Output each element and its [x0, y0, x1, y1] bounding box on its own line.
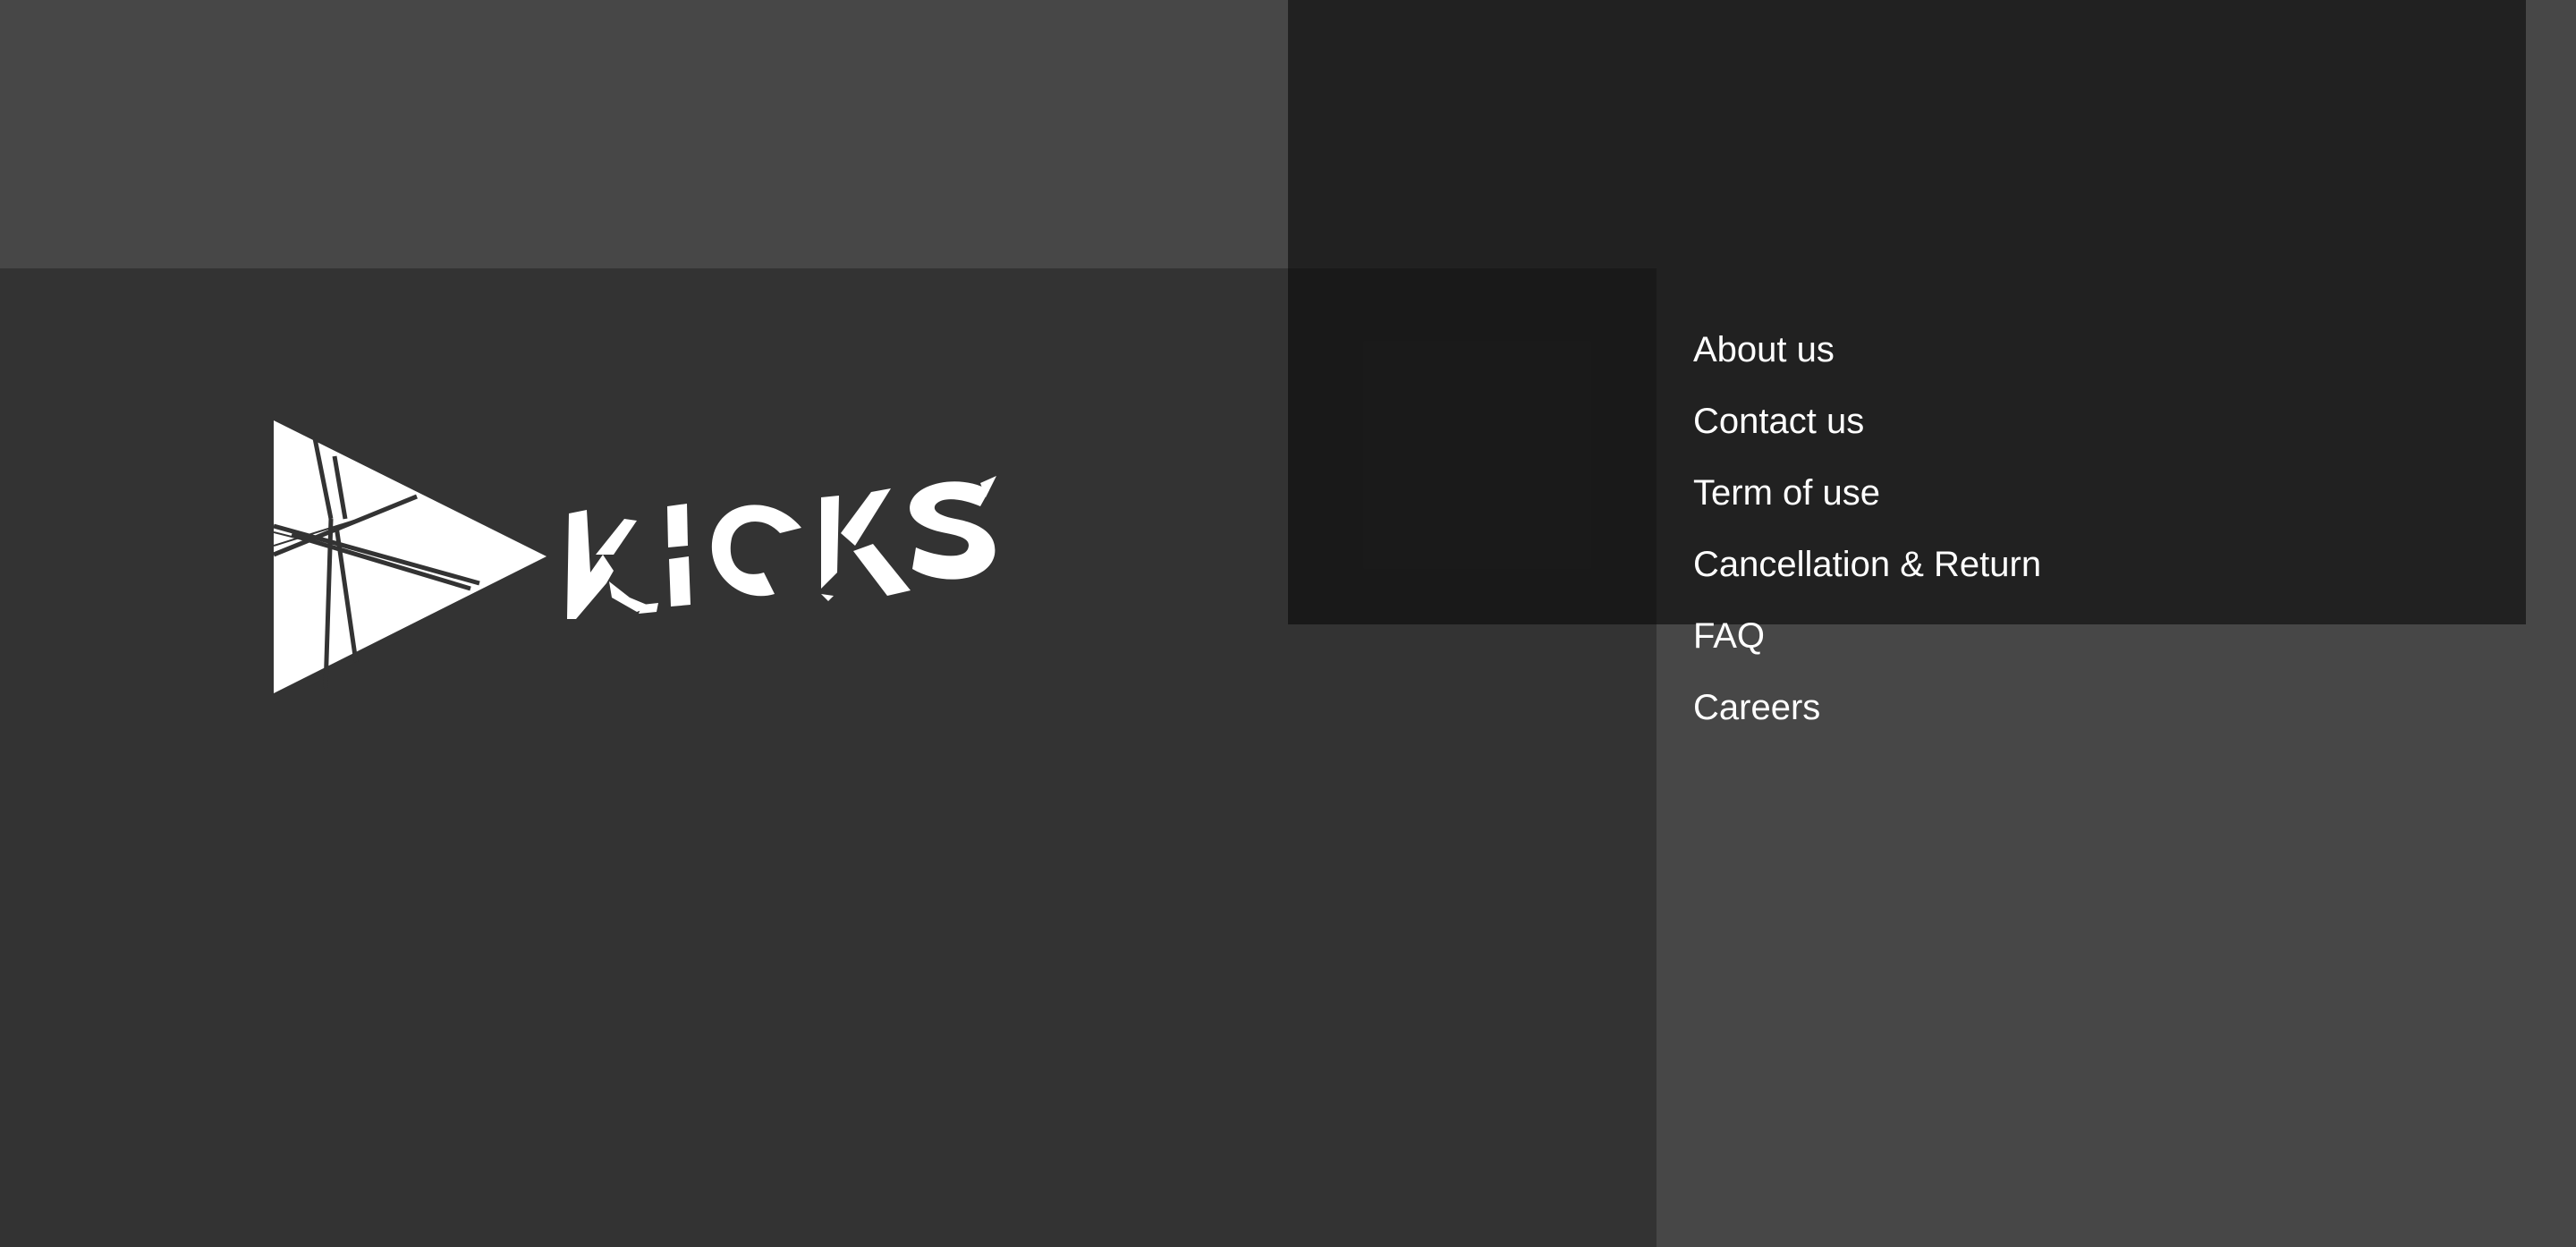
page: About us Contact us Term of use Cancella… [0, 0, 2576, 1247]
careers-link[interactable]: Careers [1693, 682, 1820, 734]
term-of-use-link[interactable]: Term of use [1693, 467, 1880, 519]
kicks-logo-graphic [274, 420, 996, 693]
cancellation-return-link[interactable]: Cancellation & Return [1693, 539, 2041, 590]
footer-nav-item: FAQ [1693, 610, 2041, 682]
kicks-wordmark [567, 476, 996, 619]
footer-nav-item: Careers [1693, 682, 2041, 753]
play-triangle-icon [274, 420, 547, 693]
footer-nav-item: Cancellation & Return [1693, 539, 2041, 610]
about-us-link[interactable]: About us [1693, 324, 1835, 376]
faq-link[interactable]: FAQ [1693, 610, 1765, 662]
footer-nav: About us Contact us Term of use Cancella… [1693, 324, 2041, 753]
contact-us-link[interactable]: Contact us [1693, 395, 1864, 447]
footer-nav-item: About us [1693, 324, 2041, 395]
footer-nav-item: Term of use [1693, 467, 2041, 539]
kicks-logo[interactable] [274, 420, 998, 693]
footer-nav-item: Contact us [1693, 395, 2041, 467]
